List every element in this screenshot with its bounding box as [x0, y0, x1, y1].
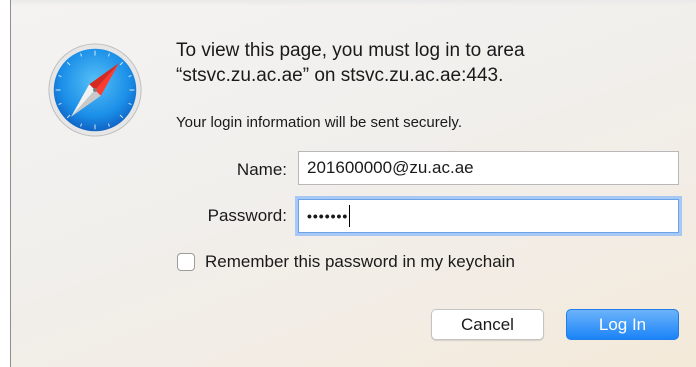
- safari-compass-icon: [48, 43, 142, 137]
- name-label: Name:: [236, 160, 287, 179]
- dialog-message-line1: To view this page, you must log in to ar…: [176, 40, 525, 61]
- secure-note: Your login information will be sent secu…: [176, 114, 462, 131]
- cancel-button[interactable]: Cancel: [431, 309, 544, 340]
- remember-password-label[interactable]: Remember this password in my keychain: [205, 252, 515, 272]
- login-dialog: To view this page, you must log in to ar…: [10, 0, 696, 367]
- dialog-message: To view this page, you must log in to ar…: [176, 38, 676, 88]
- password-field[interactable]: •••••••: [298, 199, 679, 233]
- name-field-value: 201600000@zu.ac.ae: [307, 158, 474, 177]
- text-caret: [349, 205, 351, 227]
- remember-password-checkbox[interactable]: [177, 253, 195, 271]
- dialog-message-line2: “stsvc.zu.ac.ae” on stsvc.zu.ac.ae:443.: [176, 65, 504, 86]
- log-in-button[interactable]: Log In: [566, 309, 679, 340]
- screenshot-frame: To view this page, you must log in to ar…: [0, 0, 696, 367]
- name-field[interactable]: 201600000@zu.ac.ae: [298, 151, 679, 185]
- remember-password-row[interactable]: Remember this password in my keychain: [177, 252, 515, 272]
- password-masked-value: •••••••: [307, 208, 349, 224]
- password-label: Password:: [207, 206, 287, 225]
